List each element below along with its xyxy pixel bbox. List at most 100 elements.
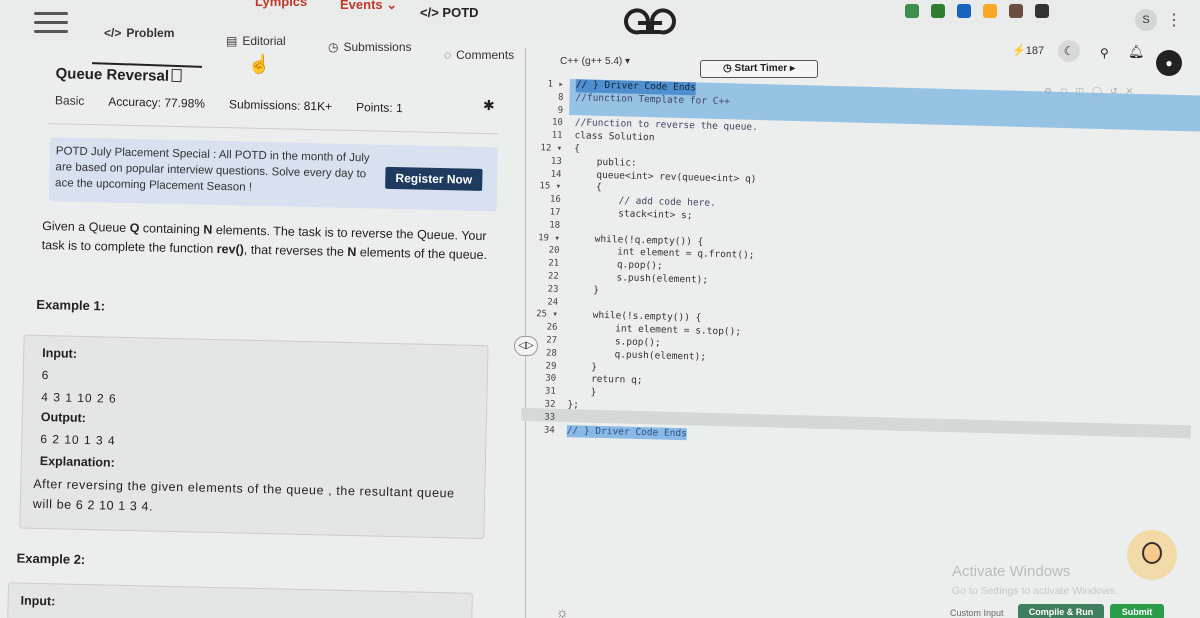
gfg-logo: [624, 8, 676, 35]
browser-extensions: [905, 4, 1049, 24]
line-number: 14: [550, 169, 562, 180]
register-now-button[interactable]: Register Now: [385, 166, 483, 191]
example-1-heading: Example 1:: [36, 296, 106, 314]
tab-comments[interactable]: ◌ Comments: [444, 48, 514, 62]
streak-stat: ⚡187: [1012, 44, 1044, 57]
line-number: 30: [545, 373, 557, 385]
input-n: 6: [41, 368, 50, 383]
problem-meta: Basic Accuracy: 77.98% Submissions: 81K+…: [55, 93, 403, 115]
problem-description: Given a Queue Q containing N elements. T…: [41, 217, 497, 265]
example-2-heading: Example 2:: [16, 550, 86, 568]
bell-icon[interactable]: 🔔︎: [1128, 44, 1145, 60]
accuracy-stat: Accuracy: 77.98%: [108, 94, 206, 111]
line-number: 11: [551, 130, 563, 142]
nav-potd-label: POTD: [442, 5, 479, 20]
more-options-icon[interactable]: ⋮: [1166, 10, 1182, 30]
dark-mode-toggle-icon[interactable]: ☾: [1058, 40, 1080, 62]
play-icon: ▸: [789, 63, 795, 74]
editor-actions-bar: Custom Input Compile & Run Submit: [930, 604, 1200, 618]
desc-text: , that reverses the: [243, 242, 348, 259]
line-number: 29: [545, 361, 557, 372]
output-label: Output:: [40, 410, 87, 426]
search-icon[interactable]: ⚲: [1100, 46, 1109, 60]
help-bot-avatar[interactable]: [1127, 530, 1177, 580]
clock-icon: ◷: [328, 40, 339, 54]
line-number: 25 ▾: [535, 309, 558, 321]
brightness-icon[interactable]: ☼: [556, 604, 569, 618]
points-stat: Points: 1: [355, 100, 403, 116]
line-number: 26: [546, 322, 558, 333]
line-number: 24: [547, 297, 559, 308]
language-select[interactable]: C++ (g++ 5.4) ▾: [560, 56, 630, 67]
line-number: 10: [551, 117, 563, 129]
line-number: 31: [544, 386, 556, 397]
extension-icon[interactable]: [905, 4, 919, 18]
line-number: 16: [549, 194, 561, 206]
tab-problem[interactable]: </> Problem: [104, 26, 174, 40]
timer-icon: ◷: [723, 63, 732, 74]
line-number: 17: [549, 207, 561, 218]
line-number: 21: [548, 258, 560, 269]
compile-run-button[interactable]: Compile & Run: [1018, 604, 1104, 618]
potd-banner: POTD July Placement Special : All POTD i…: [48, 137, 499, 212]
browser-profile-avatar[interactable]: S: [1135, 9, 1157, 31]
line-number: 13: [550, 156, 562, 167]
activate-windows-title: Activate Windows: [952, 563, 1071, 580]
desc-text: containing: [139, 221, 204, 237]
explanation-text: After reversing the given elements of th…: [32, 476, 455, 514]
timer-label: Start Timer: [734, 63, 788, 74]
bookmark-icon[interactable]: [171, 68, 183, 83]
output-values: 6 2 10 1 3 4: [40, 432, 116, 448]
line-number: 28: [545, 348, 557, 359]
tab-submissions[interactable]: ◷ Submissions: [328, 40, 412, 54]
tab-editorial-label: Editorial: [242, 34, 286, 48]
bolt-icon: ⚡: [1012, 45, 1026, 57]
desc-bold: N: [347, 244, 357, 260]
user-avatar[interactable]: ●: [1156, 50, 1182, 76]
problem-title: Queue Reversal: [55, 65, 183, 85]
input-label: Input:: [42, 346, 78, 361]
line-number: 9: [557, 105, 564, 116]
line-number: 1 ▸: [547, 79, 564, 90]
line-number: 12 ▾: [540, 143, 563, 154]
tab-editorial[interactable]: ▤ Editorial: [226, 34, 286, 48]
nav-events[interactable]: Events ⌄: [340, 0, 397, 13]
extension-icon[interactable]: [1009, 4, 1023, 18]
submit-button[interactable]: Submit: [1110, 604, 1164, 618]
custom-input-toggle[interactable]: Custom Input: [950, 608, 1004, 618]
banner-text: POTD July Placement Special : All POTD i…: [54, 145, 370, 194]
line-number: 27: [546, 335, 558, 346]
screen: Lympics Events ⌄ </> POTD S ⋮ </> Problem…: [0, 0, 1200, 618]
line-number: 22: [547, 271, 559, 282]
comment-icon: ◌: [444, 48, 452, 62]
extension-icon[interactable]: [983, 4, 997, 18]
extension-icon[interactable]: [931, 4, 945, 18]
example-1-box: Input: 6 4 3 1 10 2 6 Output: 6 2 10 1 3…: [19, 334, 489, 540]
nav-potd[interactable]: </> POTD: [420, 5, 479, 20]
code-editor[interactable]: 1 ▸ 8 9 10 11 12 ▾ 13 14 15 ▾ 16 17 18 19 ▾ 20 21 22 23 2…: [516, 78, 1200, 618]
desc-text: Given a Queue: [41, 219, 130, 235]
start-timer-button[interactable]: ◷ Start Timer ▸: [700, 60, 818, 78]
line-number: 33: [544, 412, 556, 423]
line-number: 8: [557, 92, 564, 103]
example-2-box: Input:: [6, 582, 473, 618]
input-values: 4 3 1 10 2 6: [41, 390, 117, 406]
nav-olympics[interactable]: Lympics: [255, 0, 307, 9]
report-bug-icon[interactable]: ✱: [483, 97, 495, 114]
line-number-gutter: 1 ▸ 8 9 10 11 12 ▾ 13 14 15 ▾ 16 17 18 19 ▾ 20 21 22 23 2…: [521, 78, 564, 437]
tab-submissions-label: Submissions: [343, 40, 412, 54]
input-label: Input:: [20, 593, 56, 609]
activate-windows-subtitle: Go to Settings to activate Windows.: [952, 585, 1118, 597]
desc-bold: rev(): [216, 241, 245, 257]
tab-problem-label: Problem: [126, 26, 175, 40]
line-number: 15 ▾: [539, 181, 562, 193]
tab-comments-label: Comments: [456, 48, 515, 62]
divider: [48, 123, 499, 135]
chevron-down-icon: ⌄: [386, 0, 398, 12]
code-content[interactable]: // } Driver Code Ends//function Template…: [566, 79, 759, 442]
code-line[interactable]: // } Driver Code Ends: [566, 424, 688, 441]
streak-count: 187: [1025, 45, 1045, 57]
extension-icon[interactable]: [1035, 4, 1049, 18]
nav-events-label: Events: [340, 0, 383, 12]
extension-icon[interactable]: [957, 4, 971, 18]
